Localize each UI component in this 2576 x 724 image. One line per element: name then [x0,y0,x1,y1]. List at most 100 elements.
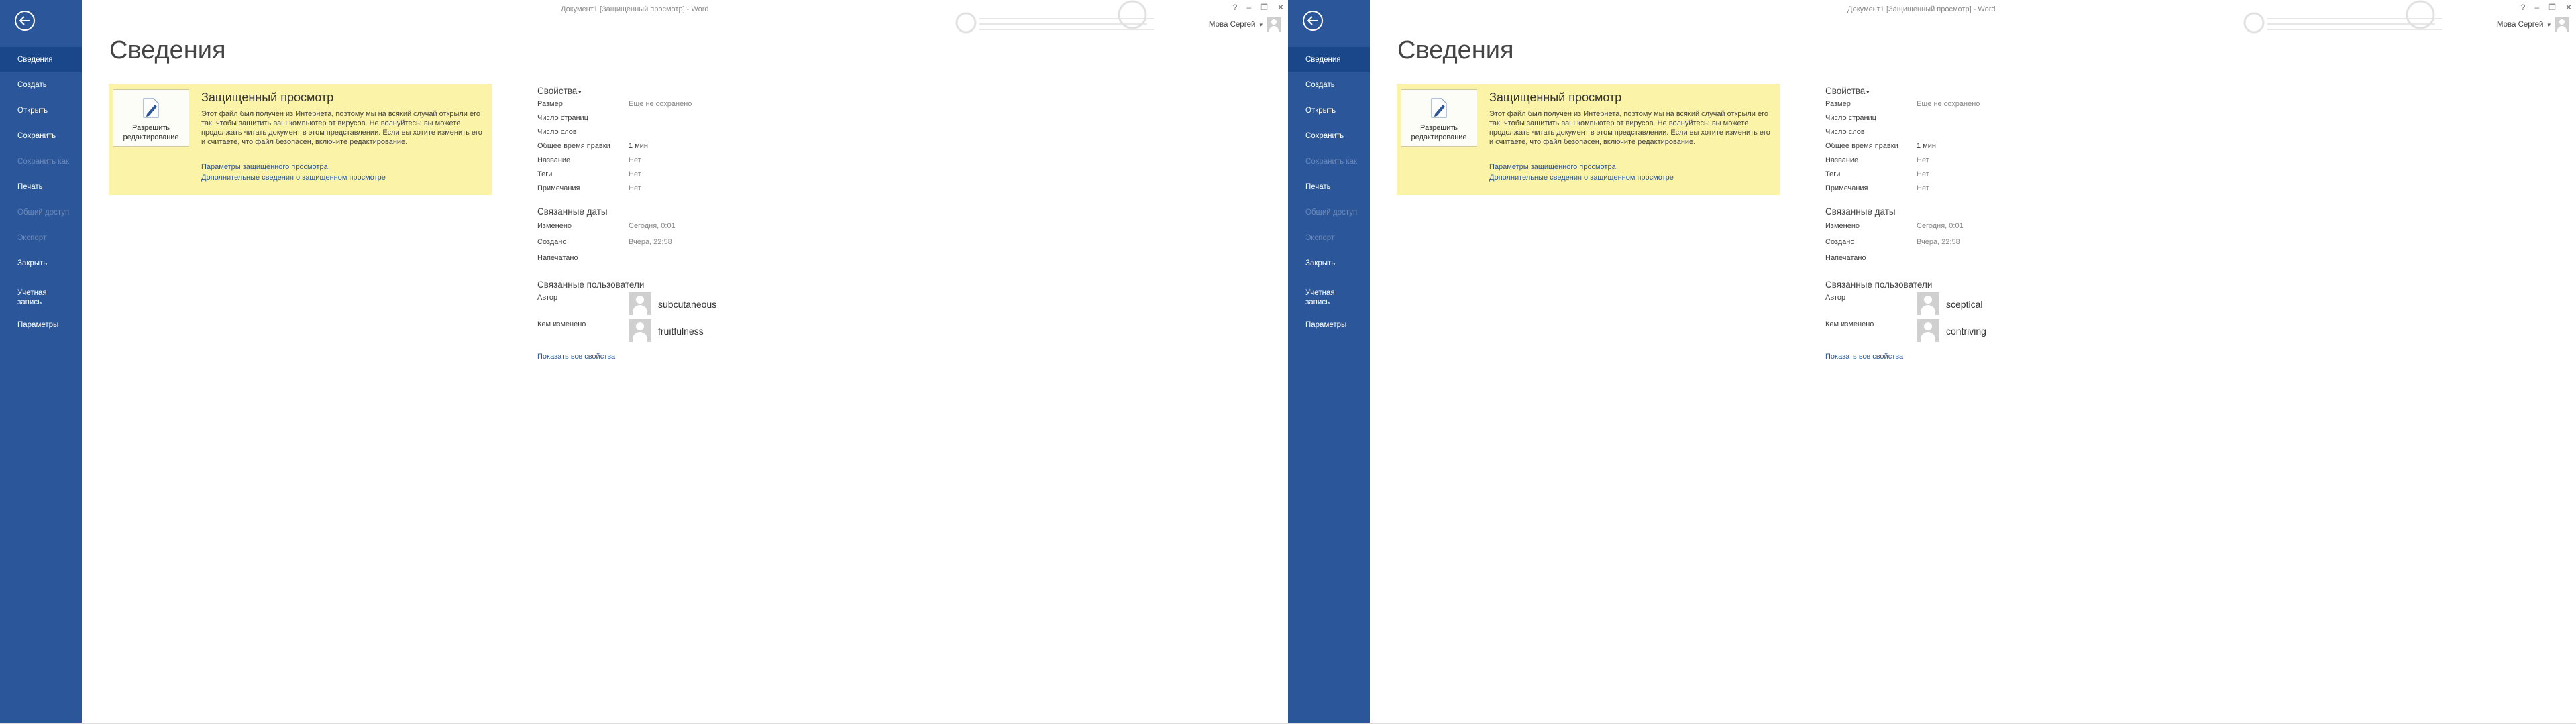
protected-view-more-link[interactable]: Дополнительные сведения о защищенном про… [201,174,386,182]
avatar [1267,17,1281,32]
avatar [629,319,651,342]
nav-export[interactable]: Экспорт [0,225,82,251]
account-menu[interactable]: Мова Сергей ▾ [1209,17,1281,32]
chevron-down-icon: ▾ [1866,89,1870,95]
word-window-right: Сведения Создать Открыть Сохранить Сохра… [1288,0,2576,724]
window-title: Документ1 [Защищенный просмотр] - Word [561,5,709,13]
nav-separator [1288,276,1370,283]
nav-info[interactable]: Сведения [1288,47,1370,72]
date-row: Создано Вчера, 22:58 [537,238,672,246]
minimize-button[interactable]: – [2534,3,2539,12]
property-row: Теги Нет [1825,170,1929,178]
properties-pane: Свойства ▾ Размер Еще не сохранено Число с… [537,86,819,361]
enable-editing-label: Разрешить редактирование [1411,124,1467,141]
avatar [2555,17,2569,32]
properties-heading[interactable]: Свойства ▾ [537,86,819,96]
protected-view-panel: Разрешить редактирование Защищенный прос… [109,84,492,195]
modified-by-row: Кем изменено contriving [1825,316,2107,343]
nav-open[interactable]: Открыть [0,98,82,123]
author-name[interactable]: subcutaneous [658,299,716,310]
protected-view-heading: Защищенный просмотр [1489,90,1622,104]
backstage-sidebar: Сведения Создать Открыть Сохранить Сохра… [1288,0,1370,724]
nav-save[interactable]: Сохранить [1288,123,1370,149]
back-arrow-icon[interactable] [15,11,35,31]
enable-editing-button[interactable]: Разрешить редактирование [1401,89,1477,147]
nav-save[interactable]: Сохранить [0,123,82,149]
back-arrow-icon[interactable] [1303,11,1323,31]
account-menu[interactable]: Мова Сергей ▾ [2497,17,2569,32]
title-watermark-icon [955,0,1154,34]
modified-by-name[interactable]: contriving [1946,326,1986,337]
property-row: Общее время правки 1 мин [537,142,648,150]
window-controls: ? – ❐ ✕ [1233,3,1284,12]
nav-close[interactable]: Закрыть [1288,251,1370,276]
page-title: Сведения [109,36,226,64]
nav-open[interactable]: Открыть [1288,98,1370,123]
property-row: Теги Нет [537,170,641,178]
date-row: Изменено Сегодня, 0:01 [1825,222,1964,230]
nav-account[interactable]: Учетная запись [1288,283,1370,312]
nav-separator [0,276,82,283]
close-button[interactable]: ✕ [1277,3,1284,12]
nav-new[interactable]: Создать [0,72,82,98]
protected-view-settings-link[interactable]: Параметры защищенного просмотра [1489,163,1616,171]
modified-by-row: Кем изменено fruitfulness [537,316,819,343]
nav-options[interactable]: Параметры [0,312,82,338]
nav-save-as[interactable]: Сохранить как [0,149,82,174]
account-name: Мова Сергей [2496,21,2544,29]
protected-view-more-link[interactable]: Дополнительные сведения о защищенном про… [1489,174,1674,182]
nav-new[interactable]: Создать [1288,72,1370,98]
protected-view-settings-link[interactable]: Параметры защищенного просмотра [201,163,328,171]
protected-view-text: Этот файл был получен из Интернета, поэт… [1489,110,1770,146]
property-row: Размер Еще не сохранено [537,100,692,108]
nav-share[interactable]: Общий доступ [0,200,82,225]
date-row: Напечатано [1825,254,1866,262]
edit-document-icon [143,98,159,118]
property-row: Число страниц [537,114,588,122]
property-row: Число слов [537,128,577,136]
backstage-nav: Сведения Создать Открыть Сохранить Сохра… [1288,47,1370,338]
protected-view-text: Этот файл был получен из Интернета, поэт… [201,110,482,146]
chevron-down-icon: ▾ [2547,21,2551,28]
nav-info[interactable]: Сведения [0,47,82,72]
show-all-properties-link[interactable]: Показать все свойства [537,353,819,361]
property-row: Название Нет [1825,156,1929,164]
author-row: Автор sceptical [1825,290,2107,316]
property-row: Число страниц [1825,114,1876,122]
window-title: Документ1 [Защищенный просмотр] - Word [1847,5,1996,13]
protected-view-panel: Разрешить редактирование Защищенный прос… [1397,84,1780,195]
nav-print[interactable]: Печать [1288,174,1370,200]
nav-close[interactable]: Закрыть [0,251,82,276]
properties-pane: Свойства ▾ Размер Еще не сохранено Число с… [1825,86,2107,361]
author-row: Автор subcutaneous [537,290,819,316]
related-dates-heading: Связанные даты [1825,206,1896,217]
author-name[interactable]: sceptical [1946,299,1982,310]
modified-by-name[interactable]: fruitfulness [658,326,704,337]
restore-button[interactable]: ❐ [2548,3,2556,12]
minimize-button[interactable]: – [1246,3,1251,12]
enable-editing-button[interactable]: Разрешить редактирование [113,89,189,147]
help-button[interactable]: ? [1233,3,1238,12]
window-controls: ? – ❐ ✕ [2521,3,2572,12]
property-row: Размер Еще не сохранено [1825,100,1980,108]
page-title: Сведения [1397,36,1514,64]
properties-heading[interactable]: Свойства ▾ [1825,86,2107,96]
nav-export[interactable]: Экспорт [1288,225,1370,251]
close-button[interactable]: ✕ [2565,3,2572,12]
nav-share[interactable]: Общий доступ [1288,200,1370,225]
restore-button[interactable]: ❐ [1260,3,1268,12]
nav-save-as[interactable]: Сохранить как [1288,149,1370,174]
enable-editing-label: Разрешить редактирование [123,124,179,141]
title-watermark-icon [2243,0,2442,34]
nav-options[interactable]: Параметры [1288,312,1370,338]
date-row: Создано Вчера, 22:58 [1825,238,1960,246]
show-all-properties-link[interactable]: Показать все свойства [1825,353,2107,361]
chevron-down-icon: ▾ [1259,21,1263,28]
help-button[interactable]: ? [2521,3,2526,12]
edit-document-icon [1431,98,1447,118]
nav-print[interactable]: Печать [0,174,82,200]
nav-account[interactable]: Учетная запись [0,283,82,312]
property-row: Общее время правки 1 мин [1825,142,1936,150]
avatar [1917,319,1939,342]
avatar [629,292,651,315]
